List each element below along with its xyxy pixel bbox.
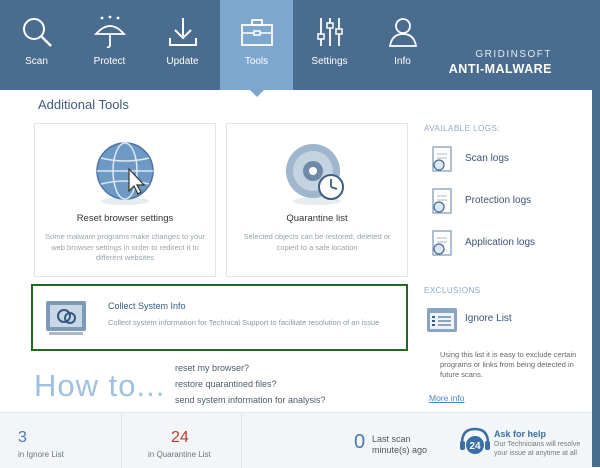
last-scan-unit: minute(s) ago — [372, 445, 428, 455]
quarantine-desc: Selected objects can be restored, delete… — [243, 232, 391, 252]
list-window-icon — [427, 308, 457, 332]
nav-scan-label: Scan — [25, 56, 48, 67]
toolbox-icon — [240, 19, 273, 46]
quarantine-count: 24 — [171, 429, 189, 446]
reset-browser-card[interactable]: Reset browser settings Some malware prog… — [34, 123, 216, 277]
nav-scan[interactable]: Scan — [0, 0, 73, 90]
quarantine-count-label: in Quarantine List — [148, 450, 211, 459]
collect-system-info-title: Collect System Info — [108, 301, 186, 311]
headset-24-icon: 24 — [460, 427, 490, 454]
nav-settings-label: Settings — [311, 56, 348, 67]
exclusions-heading: EXCLUSIONS — [424, 286, 481, 295]
disc-clock-icon — [286, 144, 344, 205]
page-title: Additional Tools — [38, 97, 129, 112]
last-scan-stat: 0 Last scan minute(s) ago — [241, 413, 442, 468]
scrollbar[interactable] — [592, 0, 600, 467]
application-logs-label: Application logs — [465, 237, 536, 248]
last-scan-value: 0 — [354, 431, 366, 453]
brand-logo: GRIDINSOFT ANTI-MALWARE — [449, 49, 552, 76]
sliders-icon — [316, 18, 343, 46]
brand-line1: GRIDINSOFT — [475, 49, 552, 60]
system-info-icon — [46, 301, 86, 335]
ask-for-help-title: Ask for help — [494, 429, 547, 439]
document-magnifier-icon — [432, 146, 452, 172]
available-logs-heading: AVAILABLE LOGS: — [424, 124, 501, 133]
ignore-count: 3 — [18, 429, 27, 446]
brand-line2: ANTI-MALWARE — [448, 62, 552, 76]
magnifier-icon — [22, 18, 52, 47]
ignore-count-label: in Ignore List — [18, 450, 64, 459]
nav-info-label: Info — [394, 56, 411, 67]
scan-logs-link[interactable]: Scan logs — [430, 146, 580, 174]
download-icon — [168, 18, 197, 46]
quarantine-title: Quarantine list — [286, 213, 348, 224]
howto-link-restore-quarantine[interactable]: restore quarantined files? — [175, 379, 277, 389]
quarantine-card[interactable]: Quarantine list Selected objects can be … — [226, 123, 408, 277]
nav-update-label: Update — [166, 56, 199, 67]
nav-protect-label: Protect — [93, 56, 126, 67]
document-magnifier-icon — [432, 188, 452, 214]
ignore-list-stat[interactable]: 3 in Ignore List — [0, 413, 122, 468]
reset-browser-desc: Some malware programs make changes to yo… — [45, 232, 205, 262]
document-magnifier-icon — [432, 230, 452, 256]
help-badge-text: 24 — [469, 441, 481, 452]
ignore-list-description: Using this list it is easy to exclude ce… — [440, 350, 577, 379]
umbrella-icon — [93, 15, 126, 49]
more-info-link[interactable]: More info — [429, 393, 464, 403]
ignore-list-label: Ignore List — [465, 313, 512, 324]
ask-for-help-desc: Our Technicians will resolve your issue … — [494, 441, 581, 457]
nav-protect[interactable]: Protect — [73, 0, 146, 90]
howto-link-send-system-info[interactable]: send system information for analysis? — [175, 395, 326, 405]
nav-tools-label: Tools — [244, 56, 269, 67]
globe-icon — [96, 142, 154, 205]
protection-logs-label: Protection logs — [465, 195, 532, 206]
nav-update[interactable]: Update — [146, 0, 219, 90]
ask-for-help[interactable]: 24 Ask for help Our Technicians will res… — [456, 413, 592, 468]
last-scan-label: Last scan — [372, 434, 411, 444]
status-bar: 3 in Ignore List 24 in Quarantine List 0… — [0, 412, 592, 468]
ignore-list-link[interactable]: Ignore List — [427, 306, 580, 334]
howto-heading: How to... — [34, 368, 166, 403]
quarantine-stat[interactable]: 24 in Quarantine List — [121, 413, 242, 468]
scan-logs-label: Scan logs — [465, 153, 509, 164]
application-logs-link[interactable]: Application logs — [430, 230, 580, 258]
protection-logs-link[interactable]: Protection logs — [430, 188, 580, 216]
collect-system-info-card[interactable]: Collect System Info Collect system infor… — [31, 284, 408, 351]
collect-system-info-desc: Collect system information for Technical… — [108, 318, 380, 327]
howto-link-reset-browser[interactable]: reset my browser? — [175, 363, 249, 373]
reset-browser-title: Reset browser settings — [76, 213, 174, 224]
nav-settings[interactable]: Settings — [293, 0, 366, 90]
nav-info[interactable]: Info — [366, 0, 439, 90]
nav-tools[interactable]: Tools — [220, 0, 293, 97]
top-navigation-bar: Scan Protect Update Tools Settings Info … — [0, 0, 600, 97]
person-icon — [388, 18, 417, 47]
